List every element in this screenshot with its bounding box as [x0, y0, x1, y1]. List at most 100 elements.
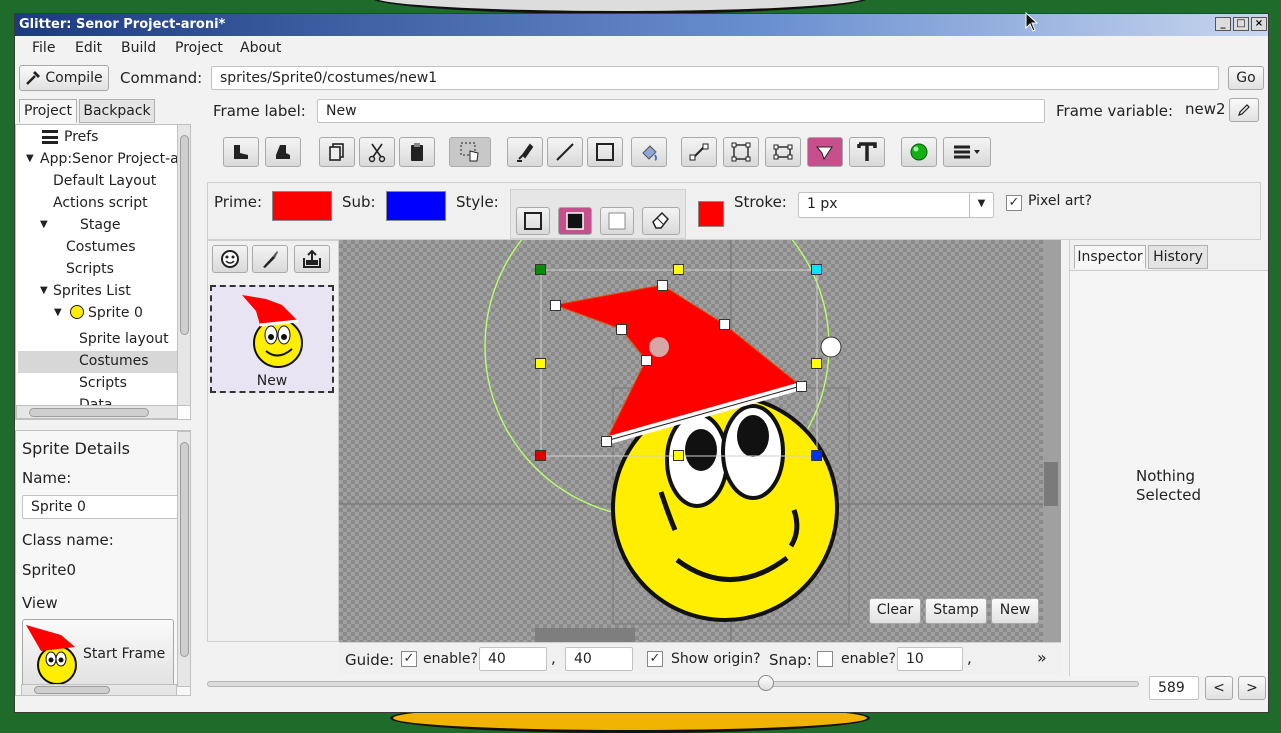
tree-item-stage-costumes[interactable]: Costumes — [66, 239, 136, 255]
go-button[interactable]: Go — [1228, 66, 1264, 90]
paste-tool[interactable] — [399, 137, 435, 167]
tree-item-sprite-scripts[interactable]: Scripts — [79, 375, 127, 391]
command-input[interactable]: sprites/Sprite0/costumes/new1 — [211, 66, 1219, 90]
brush-tool[interactable] — [507, 137, 543, 167]
tree-item-stage-scripts[interactable]: Scripts — [66, 261, 114, 277]
top-handle-yellow[interactable] — [673, 264, 684, 275]
details-vscrollbar[interactable] — [177, 431, 191, 687]
vertex-handle[interactable] — [616, 324, 627, 335]
menu-edit[interactable]: Edit — [75, 40, 102, 56]
tree-item-sprite-costumes[interactable]: Costumes — [79, 353, 149, 369]
pixel-art-checkbox[interactable]: ✓ — [1006, 195, 1022, 211]
fill-tool[interactable] — [631, 137, 667, 167]
new-button[interactable]: New — [991, 598, 1039, 624]
style-filled-button[interactable] — [558, 207, 592, 235]
tree-item-sprite-0[interactable]: Sprite 0 — [88, 305, 143, 321]
transform-line-tool[interactable] — [681, 137, 717, 167]
tree-item-default-layout[interactable]: Default Layout — [53, 173, 156, 189]
color-picker-tool[interactable] — [901, 137, 937, 167]
stretch-tool[interactable] — [765, 137, 801, 167]
prime-color-swatch[interactable] — [272, 191, 332, 221]
frame-label-input[interactable]: New — [317, 99, 1045, 123]
corner-handle-blue[interactable] — [811, 450, 822, 461]
tree-item-actions-script[interactable]: Actions script — [53, 195, 148, 211]
zoom-value-input[interactable]: 589 — [1149, 676, 1199, 700]
clear-button[interactable]: Clear — [869, 598, 921, 624]
tree-item-data[interactable]: Data — [79, 397, 112, 405]
shape-edit-tool[interactable] — [807, 137, 843, 167]
corner-handle-red[interactable] — [535, 450, 546, 461]
vertex-handle[interactable] — [796, 381, 807, 392]
expand-arrow-icon[interactable]: ▼ — [40, 219, 48, 230]
maximize-button[interactable]: □ — [1233, 17, 1249, 31]
zoom-prev-button[interactable]: < — [1205, 676, 1233, 700]
corner-handle-cyan[interactable] — [811, 264, 822, 275]
tree-item-app[interactable]: App:Senor Project-ar — [40, 151, 185, 167]
tab-history[interactable]: History — [1148, 245, 1208, 269]
more-options-button[interactable]: » — [1037, 648, 1047, 667]
show-origin-checkbox[interactable]: ✓ — [647, 651, 663, 667]
start-frame-button[interactable]: Start Frame — [22, 619, 174, 689]
minimize-button[interactable]: _ — [1215, 17, 1231, 31]
menu-file[interactable]: File — [32, 40, 55, 56]
bounding-box-tool[interactable] — [723, 137, 759, 167]
vertex-handle[interactable] — [641, 355, 652, 366]
style-outline-button[interactable] — [516, 207, 550, 235]
right-handle-yellow[interactable] — [811, 358, 822, 369]
guide-x-input[interactable]: 40 — [479, 647, 547, 671]
tree-hscrollbar[interactable] — [16, 405, 178, 419]
rectangle-tool[interactable] — [587, 137, 623, 167]
menu-build[interactable]: Build — [121, 40, 156, 56]
tree-item-stage[interactable]: Stage — [80, 217, 120, 233]
expand-arrow-icon[interactable]: ▼ — [40, 285, 48, 296]
canvas-vscrollbar[interactable] — [1043, 240, 1061, 642]
guide-y-input[interactable]: 40 — [565, 647, 633, 671]
select-hand-tool[interactable] — [449, 137, 491, 167]
tab-project[interactable]: Project — [19, 99, 77, 123]
sub-color-swatch[interactable] — [386, 191, 446, 221]
stroke-select[interactable]: 1 px ▼ — [798, 192, 994, 218]
menu-about[interactable]: About — [240, 40, 281, 56]
zoom-slider-knob[interactable] — [758, 675, 775, 691]
vertex-handle[interactable] — [657, 280, 668, 291]
cut-tool[interactable] — [359, 137, 395, 167]
tab-backpack[interactable]: Backpack — [79, 99, 155, 123]
left-handle-yellow[interactable] — [535, 358, 546, 369]
tree-vscrollbar[interactable] — [177, 124, 191, 406]
canvas-hscroll-thumb[interactable] — [535, 628, 635, 642]
tree-item-sprites-list[interactable]: Sprites List — [53, 283, 131, 299]
expand-arrow-icon[interactable]: ▼ — [26, 153, 34, 164]
corner-handle-green[interactable] — [535, 264, 546, 275]
bottom-handle-yellow[interactable] — [673, 450, 684, 461]
sprite-name-input[interactable]: Sprite 0 — [22, 495, 182, 519]
zoom-slider-track[interactable] — [207, 681, 1139, 687]
costume-paint-button[interactable] — [252, 245, 288, 273]
vertex-handle[interactable] — [550, 300, 561, 311]
guide-enable-checkbox[interactable]: ✓ — [401, 651, 417, 667]
edit-variable-button[interactable] — [1229, 98, 1259, 122]
style-eraser-button[interactable] — [642, 207, 680, 235]
menu-project[interactable]: Project — [175, 40, 223, 56]
details-hscrollbar[interactable] — [21, 684, 177, 696]
close-button[interactable]: × — [1251, 17, 1267, 31]
vertex-handle[interactable] — [601, 436, 612, 447]
drawing-canvas[interactable]: Clear Stamp New — [339, 240, 1061, 642]
tab-inspector[interactable]: Inspector — [1074, 245, 1146, 269]
stroke-color-swatch[interactable] — [698, 201, 724, 227]
compile-button[interactable]: Compile — [19, 65, 109, 91]
costume-import-button[interactable] — [294, 245, 330, 273]
style-fill-only-button[interactable] — [600, 207, 634, 235]
costume-smiley-button[interactable] — [212, 245, 248, 273]
line-tool[interactable] — [547, 137, 583, 167]
zoom-next-button[interactable]: > — [1238, 676, 1266, 700]
snap-enable-checkbox[interactable] — [817, 651, 833, 667]
stamp-button[interactable]: Stamp — [925, 598, 987, 624]
snap-value-input[interactable]: 10 — [897, 647, 963, 671]
tree-item-sprite-layout[interactable]: Sprite layout — [79, 331, 169, 347]
boot-left-tool[interactable] — [223, 137, 259, 167]
expand-arrow-icon[interactable]: ▼ — [54, 307, 62, 318]
vertex-handle[interactable] — [719, 319, 730, 330]
more-menu-tool[interactable] — [943, 137, 991, 167]
copy-tool[interactable] — [319, 137, 355, 167]
tree-item-prefs[interactable]: Prefs — [64, 129, 98, 145]
